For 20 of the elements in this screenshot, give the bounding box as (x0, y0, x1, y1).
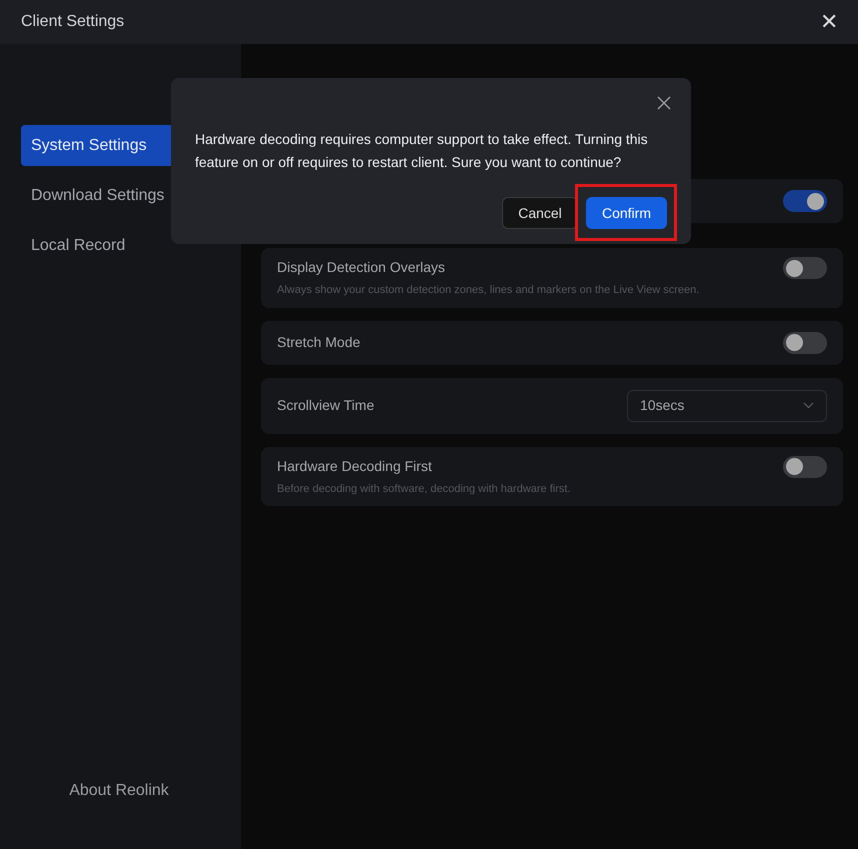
sidebar-item[interactable]: Download Settings (21, 175, 221, 216)
setting-description: Always show your custom detection zones, lines and markers on the Live View screen. (277, 283, 700, 298)
setting-label: Display Detection Overlays (277, 258, 446, 277)
toggle-switch[interactable] (783, 332, 827, 354)
setting-label: Stretch Mode (277, 333, 360, 352)
setting-label: Scrollview Time (277, 396, 374, 415)
close-button[interactable]: ✕ (820, 11, 838, 33)
dropdown[interactable]: 10secs (627, 390, 827, 422)
sidebar-item[interactable]: Local Record (21, 225, 221, 266)
setting-description: Before decoding with software, decoding with hardware first. (277, 482, 570, 496)
cancel-button[interactable]: Cancel (502, 197, 578, 229)
about-link[interactable]: About Reolink (69, 779, 173, 803)
toggle-switch[interactable] (783, 456, 827, 478)
window-title: Client Settings (21, 12, 124, 32)
confirm-button[interactable]: Confirm (586, 197, 667, 229)
toggle-switch[interactable] (783, 257, 827, 279)
chevron-down-icon (803, 402, 814, 409)
setting-label: Hardware Decoding First (277, 456, 433, 476)
close-icon[interactable] (657, 96, 671, 110)
toggle-switch[interactable] (783, 190, 827, 212)
